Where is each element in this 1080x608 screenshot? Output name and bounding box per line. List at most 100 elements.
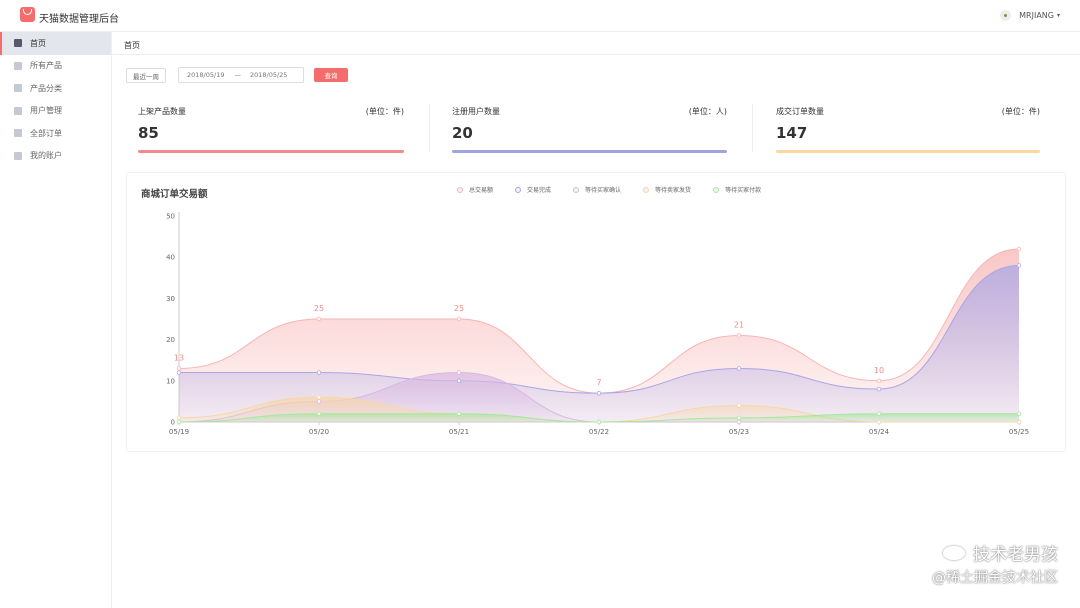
y-tick-label: 0 <box>171 419 175 427</box>
date-separator: — <box>234 71 241 79</box>
user-name[interactable]: MRJIANG <box>1019 11 1054 20</box>
chat-icon <box>943 545 965 560</box>
y-tick-label: 40 <box>166 254 175 262</box>
sidebar-item-home[interactable]: 首页 <box>0 32 111 55</box>
data-label: 10 <box>874 366 884 375</box>
y-tick-label: 30 <box>166 295 175 303</box>
sidebar-item-orders[interactable]: 全部订单 <box>0 122 111 145</box>
data-point <box>736 415 742 421</box>
data-point <box>876 378 882 383</box>
stat-bar <box>452 150 727 153</box>
data-point <box>876 419 882 425</box>
x-tick-label: 05/25 <box>1009 428 1029 436</box>
y-tick-label: 10 <box>166 377 175 385</box>
sidebar-item-label: 产品分类 <box>30 83 62 93</box>
sidebar-item-users[interactable]: 用户管理 <box>0 100 111 123</box>
data-point <box>176 370 182 375</box>
data-point <box>736 419 742 425</box>
stat-title: 成交订单数量 <box>776 107 824 116</box>
sidebar-item-label: 首页 <box>30 38 46 48</box>
data-point <box>456 370 462 375</box>
gear-icon <box>14 151 22 160</box>
data-point <box>876 411 882 416</box>
data-point <box>176 366 182 371</box>
data-point <box>176 419 182 425</box>
chevron-down-icon[interactable]: ▾ <box>1057 12 1060 19</box>
start-date-field[interactable]: 2018/05/19 <box>187 71 224 79</box>
x-tick-label: 05/24 <box>869 428 890 436</box>
sidebar-item-categories[interactable]: 产品分类 <box>0 77 111 100</box>
top-header: 天猫数据管理后台 MRJIANG ▾ <box>0 0 1080 32</box>
data-point <box>596 419 602 425</box>
data-point <box>736 333 742 338</box>
sidebar-item-label: 用户管理 <box>30 106 62 116</box>
breadcrumb: 首页 <box>124 41 140 50</box>
stat-value: 147 <box>776 124 808 142</box>
data-label: 25 <box>454 304 464 313</box>
y-tick-label: 20 <box>166 336 175 344</box>
recent-week-button[interactable]: 最近一周 <box>126 68 166 83</box>
data-point <box>1016 246 1022 252</box>
end-date-field[interactable]: 2018/05/25 <box>250 71 287 79</box>
data-point <box>1016 419 1022 425</box>
stat-unit: (单位：件) <box>365 107 404 116</box>
sidebar-item-label: 全部订单 <box>30 128 62 138</box>
data-label: 7 <box>596 378 601 387</box>
home-icon <box>14 39 22 48</box>
y-tick-label: 50 <box>166 213 175 221</box>
sidebar: 首页 所有产品 产品分类 用户管理 全部订单 我的账户 <box>0 32 112 608</box>
watermark: 技术老男孩 @稀土掘金技术社区 <box>932 540 1058 587</box>
data-point <box>456 316 462 322</box>
data-label: 13 <box>174 353 184 362</box>
stat-value: 20 <box>452 124 473 142</box>
user-menu[interactable]: MRJIANG ▾ <box>1000 10 1060 21</box>
stat-title: 上架产品数量 <box>138 107 186 116</box>
divider <box>112 54 1080 55</box>
avatar[interactable] <box>1000 10 1012 21</box>
date-range-picker[interactable]: 2018/05/19 — 2018/05/25 <box>178 67 304 83</box>
data-point <box>736 366 742 371</box>
x-tick-label: 05/22 <box>589 428 609 436</box>
data-point <box>316 399 322 404</box>
sidebar-item-account[interactable]: 我的账户 <box>0 145 111 168</box>
stat-unit: (单位：人) <box>688 107 727 116</box>
watermark-line-2: @稀土掘金技术社区 <box>932 570 1058 586</box>
query-button[interactable]: 查询 <box>314 68 348 82</box>
data-point <box>736 403 742 408</box>
data-point <box>596 390 602 396</box>
sidebar-item-products[interactable]: 所有产品 <box>0 55 111 78</box>
user-icon <box>14 106 22 115</box>
data-point <box>456 411 462 416</box>
stat-title: 注册用户数量 <box>452 107 500 116</box>
stat-card-orders: 成交订单数量 (单位：件) 147 <box>776 106 1040 156</box>
watermark-line-1: 技术老男孩 <box>973 545 1058 565</box>
data-point <box>456 378 462 383</box>
sidebar-item-label: 所有产品 <box>30 61 62 71</box>
data-label: 21 <box>734 320 744 329</box>
x-tick-label: 05/19 <box>169 428 189 436</box>
data-point <box>316 316 322 322</box>
divider <box>429 104 430 152</box>
data-point <box>316 395 322 400</box>
divider <box>752 104 753 152</box>
stat-bar <box>776 150 1040 153</box>
app-title: 天猫数据管理后台 <box>39 14 119 25</box>
data-label: 25 <box>314 304 324 313</box>
data-point <box>316 370 322 375</box>
order-icon <box>14 129 22 138</box>
stat-value: 85 <box>138 124 159 142</box>
category-icon <box>14 84 22 93</box>
sidebar-item-label: 我的账户 <box>30 151 62 161</box>
product-icon <box>14 61 22 70</box>
data-point <box>1016 263 1022 268</box>
stat-card-products: 上架产品数量 (单位：件) 85 <box>138 106 404 156</box>
data-point <box>876 386 882 392</box>
data-point <box>316 411 322 416</box>
shopping-bag-icon <box>20 7 35 22</box>
x-tick-label: 05/21 <box>449 428 469 436</box>
stat-card-users: 注册用户数量 (单位：人) 20 <box>452 106 727 156</box>
stat-bar <box>138 150 404 153</box>
x-tick-label: 05/20 <box>309 428 329 436</box>
main-content: 首页 最近一周 2018/05/19 — 2018/05/25 查询 上架产品数… <box>112 32 1080 608</box>
chart-plot: 0 10 20 30 40 50 05/19 05/20 05/21 05/22 05/23 05/2… <box>166 212 1029 436</box>
